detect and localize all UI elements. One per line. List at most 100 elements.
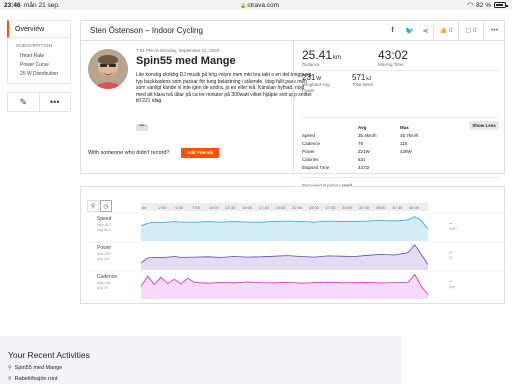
row-max [400, 156, 442, 164]
kudos-button[interactable]: 👍 0 [433, 21, 458, 40]
subscription-title: SUBSCRIPTION [16, 43, 53, 48]
stat-total-work: 571kJ Total Work [352, 73, 373, 88]
stats-divider [302, 117, 498, 118]
recent-activity-item[interactable]: ⚲ Spin55 med Mange [8, 365, 62, 371]
series-area-cadence [141, 274, 428, 299]
power-value: 231 [302, 73, 316, 82]
power-label-line2: Power [302, 87, 315, 93]
row-avg: 631 [358, 157, 366, 162]
twitter-share-icon[interactable]: 🐦 [401, 21, 418, 40]
status-bar: 23:46 mån 21 sep. 🔒strava.com ◠ 82 % [0, 0, 512, 10]
add-friends-button[interactable]: Add Friends [181, 148, 219, 158]
comments-button[interactable]: ▢ 0 [458, 21, 483, 40]
x-tick-label: 5:00 [175, 205, 184, 210]
thumbs-up-icon: 👍 [439, 28, 448, 34]
stats-table: Avg Max Speed 35.4km/h 45.7km/h Cadence … [302, 124, 452, 172]
table-row: Elapsed Time 43:02 [302, 164, 452, 172]
bike-icon: ⚲ [8, 365, 12, 371]
row-avg: 79 [358, 141, 364, 146]
x-tick-label: 25:00 [309, 205, 320, 210]
series-label: Power [97, 245, 112, 251]
activity-name: Spin55 med Mange [136, 55, 236, 67]
x-tick-label: 37:30 [392, 205, 403, 210]
recent-activities: Your Recent Activities ⚲ Spin55 med Mang… [0, 336, 402, 384]
analysis-chart-card: ⚲ ◷ 0s 2:30 5:00 7:30 10:00 12:30 15:00 17:30 20… [80, 186, 506, 305]
lock-icon: 🔒 [240, 3, 247, 9]
sidebar-item-power-curve[interactable]: Power Curve [8, 61, 70, 70]
share-icon[interactable]: ⋖ [418, 21, 433, 40]
activity-sidebar: Overview SUBSCRIPTION Heart Rate Power C… [7, 20, 71, 112]
table-row: Speed 35.4km/h 45.7km/h [302, 132, 452, 140]
distance-label: Distance [302, 62, 320, 67]
stat-moving-time: 43:02 Moving Time [378, 48, 408, 68]
row-max: 45.7km/h [400, 133, 419, 138]
x-tick-label: 32:30 [359, 205, 370, 210]
series-unit: W [449, 256, 453, 260]
x-tick-label: 0s [142, 205, 146, 210]
series-label: Speed [97, 216, 112, 222]
activity-date: 7:31 PM on Monday, September 21, 2020 [136, 48, 220, 53]
sidebar-item-heart-rate[interactable]: Heart Rate [8, 52, 70, 61]
comment-icon: ▢ [465, 28, 472, 34]
status-date: mån 21 sep. [24, 2, 60, 9]
more-icon[interactable]: ••• [483, 21, 505, 40]
sidebar-item-overview[interactable]: Overview [7, 20, 71, 38]
address-bar[interactable]: 🔒strava.com [240, 2, 279, 9]
stats-divider [302, 177, 498, 178]
recent-activity-name: Rabelöfssjön runt [14, 376, 58, 382]
x-tick-label: 10:00 [209, 205, 220, 210]
moving-time-value: 43:02 [378, 48, 409, 62]
header-cell: Max [400, 125, 409, 130]
recent-activity-name: Spin55 med Mange [14, 365, 63, 371]
row-max [400, 164, 442, 172]
edit-pencil-icon[interactable]: ✎ [8, 93, 39, 111]
facebook-share-icon[interactable]: f [384, 21, 401, 40]
moving-time-label: Moving Time [378, 62, 404, 67]
row-label: Speed [302, 133, 316, 138]
analysis-chart[interactable]: 0s 2:30 5:00 7:30 10:00 12:30 15:00 17:30 20:00 2… [81, 187, 506, 305]
x-tick-label: 35:00 [376, 205, 387, 210]
series-unit: km/h [449, 227, 457, 231]
stats-table-header: Avg Max [302, 124, 452, 132]
stat-weighted-power: 231W Weighted Avg Power [302, 73, 330, 93]
energy-label: Total Work [352, 82, 374, 87]
distance-value: 25.41 [302, 48, 333, 62]
row-label: Elapsed Time [302, 165, 330, 170]
comment-count: 0 [473, 27, 477, 34]
row-avg: 221W [358, 149, 370, 154]
bike-icon: ⚲ [8, 376, 12, 382]
recent-activity-item[interactable]: ⚲ Rabelöfssjön runt [8, 376, 57, 382]
battery-percent: 82 % [476, 1, 491, 9]
energy-value: 571 [352, 73, 366, 82]
row-label: Power [302, 149, 315, 154]
sidebar-item-power-distribution[interactable]: 25 W Distribution [8, 70, 70, 79]
read-more-button[interactable]: ••• [136, 124, 148, 131]
series-stat: Max 45.7 [97, 223, 111, 227]
row-label: Calories [302, 157, 319, 162]
x-tick-label: 2:30 [159, 205, 168, 210]
kudos-count: 0 [449, 27, 453, 34]
more-options-icon[interactable]: ••• [38, 93, 71, 111]
avatar[interactable] [88, 49, 128, 89]
status-right: ◠ 82 % [467, 1, 508, 9]
row-avg: 35.4km/h [358, 133, 377, 138]
record-question: With someone who didn't record? [88, 150, 170, 156]
activity-description: Lite konstig skriktig DJ musik på hög vo… [136, 72, 312, 104]
header-cell [302, 124, 358, 132]
series-stat: Max 439 [97, 252, 110, 256]
stat-distance: 25.41km Distance [302, 48, 341, 68]
subscription-section: SUBSCRIPTION Heart Rate Power Curve 25 W… [7, 38, 71, 84]
x-tick-label: 30:00 [342, 205, 353, 210]
series-stat: Avg 79 [97, 286, 108, 290]
x-tick-label: 17:30 [259, 205, 270, 210]
status-time: 23:46 [4, 2, 21, 9]
address-url: strava.com [247, 2, 280, 9]
x-tick-label: 15:00 [242, 205, 253, 210]
recent-activities-title: Your Recent Activities [8, 350, 90, 360]
stats-divider [302, 70, 498, 71]
x-tick-label: 22:30 [292, 205, 303, 210]
distance-unit: km [333, 55, 342, 61]
x-tick-label: 20:00 [275, 205, 286, 210]
series-stat: Avg 221 [97, 257, 110, 261]
show-less-button[interactable]: Show Less [469, 121, 499, 130]
